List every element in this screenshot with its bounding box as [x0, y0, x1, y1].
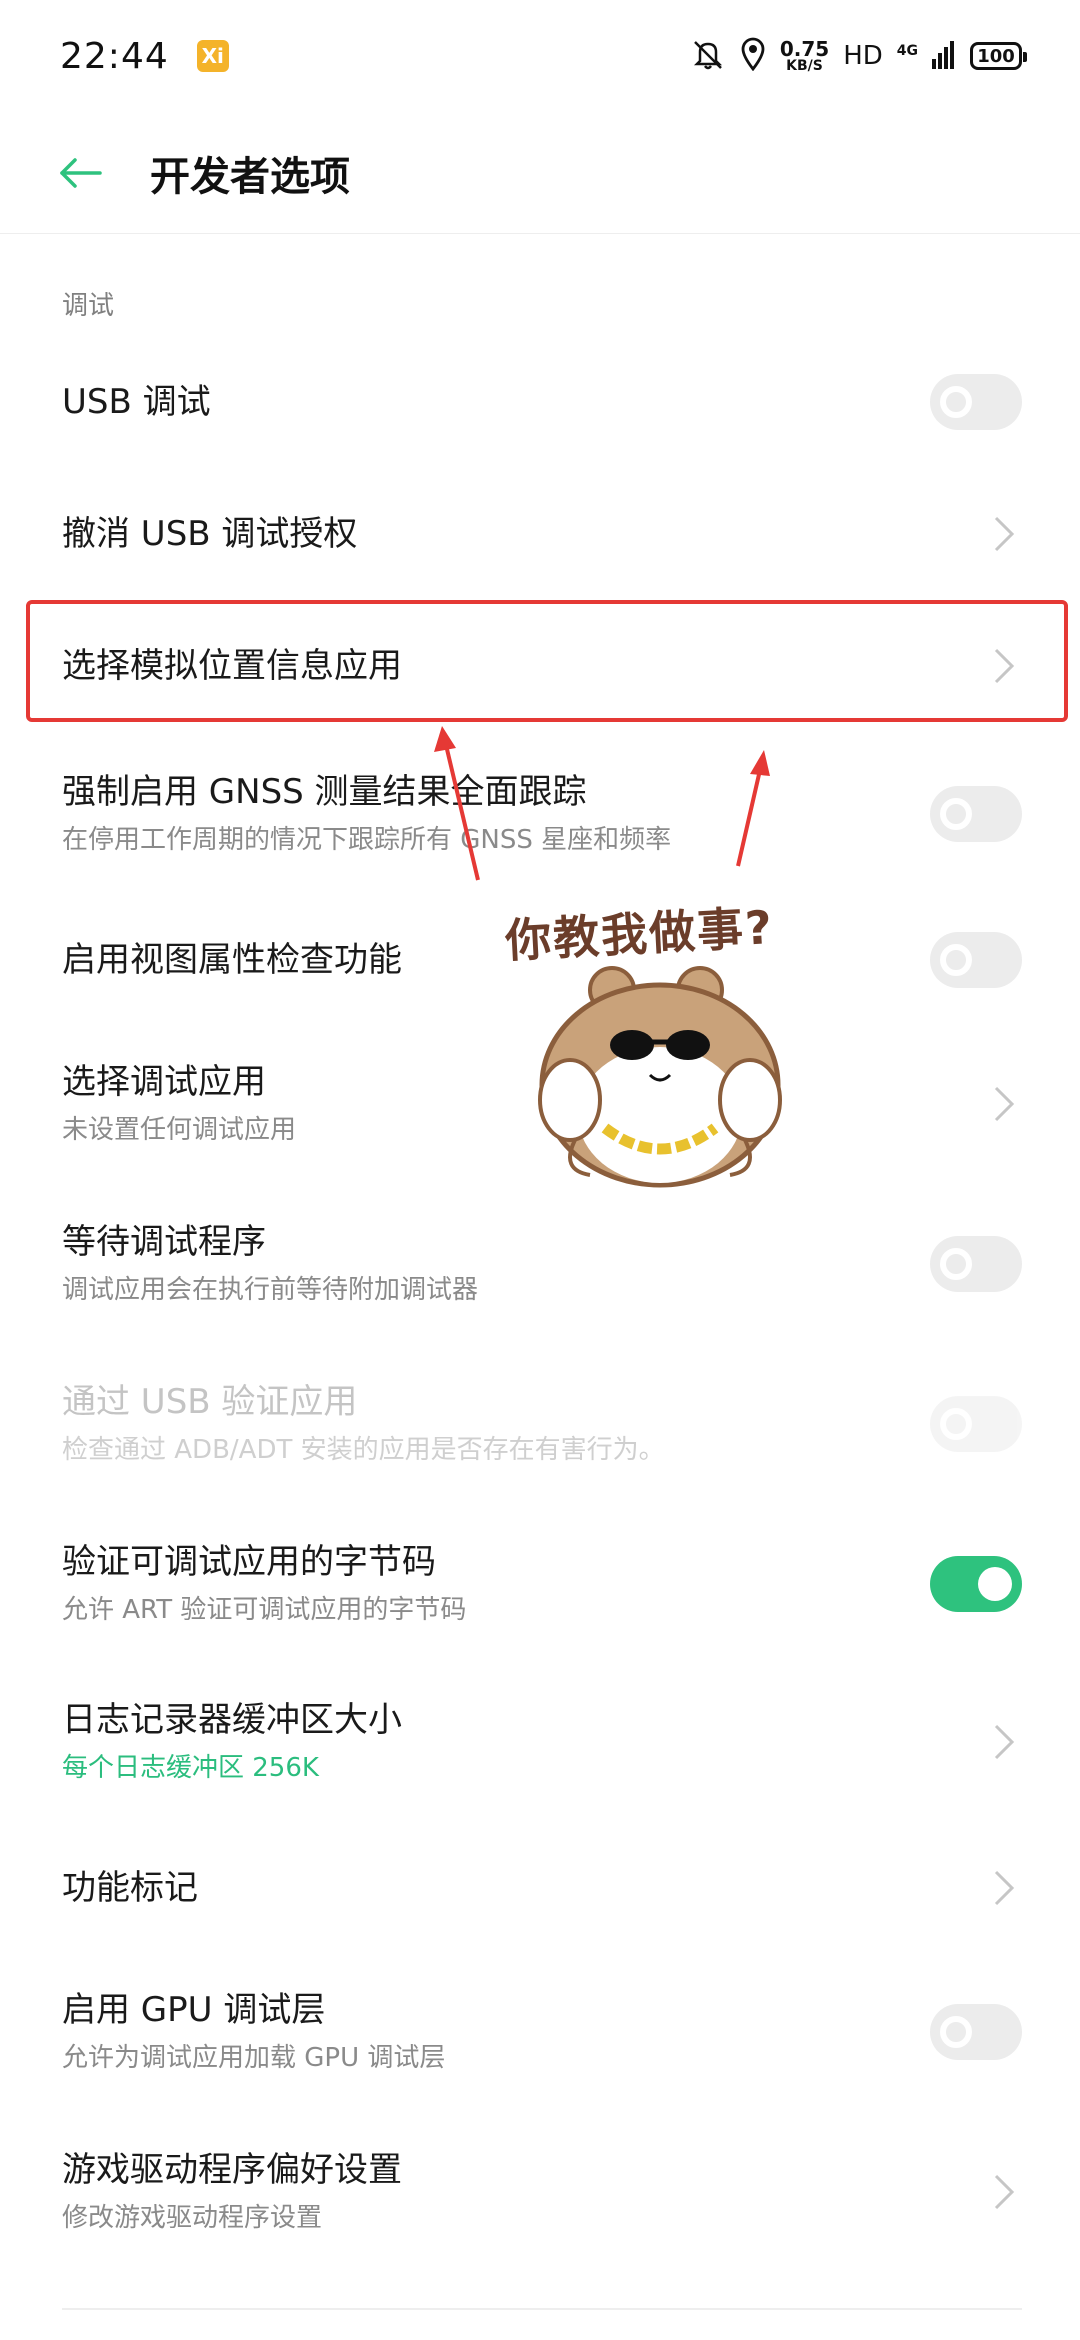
setting-verify-apps-over-usb: 通过 USB 验证应用 检查通过 ADB/ADT 安装的应用是否存在有害行为。	[0, 1372, 1080, 1476]
setting-usb-debugging[interactable]: USB 调试	[0, 358, 1080, 446]
chevron-right-icon	[986, 1864, 1022, 1912]
setting-title: 选择模拟位置信息应用	[62, 645, 402, 686]
back-button[interactable]	[52, 145, 108, 201]
chevron-right-icon	[986, 510, 1022, 558]
setting-wait-for-debugger[interactable]: 等待调试程序 调试应用会在执行前等待附加调试器	[0, 1212, 1080, 1316]
gnss-tracking-toggle[interactable]	[930, 786, 1022, 842]
view-inspection-toggle[interactable]	[930, 932, 1022, 988]
setting-mock-location-app[interactable]: 选择模拟位置信息应用	[0, 622, 1080, 710]
setting-gnss-full-tracking[interactable]: 强制启用 GNSS 测量结果全面跟踪 在停用工作周期的情况下跟踪所有 GNSS …	[0, 762, 1080, 866]
bell-off-icon	[690, 37, 726, 75]
location-icon	[740, 37, 766, 75]
speed-value: 0.75	[779, 37, 830, 61]
toggle-knob	[940, 1408, 972, 1440]
setting-subtitle: 每个日志缓冲区 256K	[62, 1752, 319, 1783]
network-speed: 0.75 KB/S	[780, 39, 829, 73]
network-type: 4G	[896, 43, 918, 59]
setting-subtitle: 修改游戏驱动程序设置	[62, 2202, 323, 2233]
toggle-knob	[940, 2016, 972, 2048]
verify-bytecode-toggle[interactable]	[930, 1556, 1022, 1612]
arrow-left-icon	[60, 157, 102, 188]
setting-verify-bytecode[interactable]: 验证可调试应用的字节码 允许 ART 验证可调试应用的字节码	[0, 1532, 1080, 1636]
page-title: 开发者选项	[150, 153, 350, 200]
setting-subtitle: 检查通过 ADB/ADT 安装的应用是否存在有害行为。	[62, 1434, 665, 1465]
setting-subtitle: 允许 ART 验证可调试应用的字节码	[62, 1594, 467, 1625]
setting-title: 验证可调试应用的字节码	[62, 1542, 436, 1582]
setting-game-driver-preferences[interactable]: 游戏驱动程序偏好设置 修改游戏驱动程序设置	[0, 2140, 1080, 2244]
setting-title: 选择调试应用	[62, 1062, 266, 1102]
toggle-knob	[940, 1248, 972, 1280]
gpu-debug-toggle[interactable]	[930, 2004, 1022, 2060]
hd-indicator: HD	[843, 41, 883, 71]
toggle-knob	[940, 798, 972, 830]
setting-title: 启用视图属性检查功能	[62, 939, 402, 980]
battery-icon: 100	[970, 42, 1027, 70]
chevron-right-icon	[986, 1718, 1022, 1766]
toggle-knob	[978, 1567, 1012, 1601]
usb-debugging-toggle[interactable]	[930, 374, 1022, 430]
sticker-caption: 你教我做事?	[503, 900, 776, 968]
chevron-right-icon	[986, 642, 1022, 690]
status-bar: 22:44 Xi 0.75 KB/S HD 4G 100	[0, 0, 1080, 112]
verify-apps-toggle	[930, 1396, 1022, 1452]
setting-title: 等待调试程序	[62, 1222, 266, 1262]
setting-gpu-debug-layers[interactable]: 启用 GPU 调试层 允许为调试应用加载 GPU 调试层	[0, 1980, 1080, 2084]
speed-unit: KB/S	[786, 58, 823, 74]
chevron-right-icon	[986, 1080, 1022, 1128]
setting-logger-buffer-size[interactable]: 日志记录器缓冲区大小 每个日志缓冲区 256K	[0, 1690, 1080, 1794]
app-bar: 开发者选项	[0, 112, 1080, 234]
toggle-knob	[940, 944, 972, 976]
setting-title: 日志记录器缓冲区大小	[62, 1700, 402, 1740]
status-time: 22:44	[60, 35, 169, 77]
signal-icon	[932, 39, 956, 73]
setting-subtitle: 在停用工作周期的情况下跟踪所有 GNSS 星座和频率	[62, 824, 672, 855]
setting-select-debug-app[interactable]: 选择调试应用 未设置任何调试应用	[0, 1052, 1080, 1156]
toggle-knob	[940, 386, 972, 418]
setting-subtitle: 允许为调试应用加载 GPU 调试层	[62, 2042, 446, 2073]
setting-title: 强制启用 GNSS 测量结果全面跟踪	[62, 772, 587, 812]
setting-title: 游戏驱动程序偏好设置	[62, 2150, 402, 2190]
setting-feature-flags[interactable]: 功能标记	[0, 1844, 1080, 1932]
setting-title: 撤消 USB 调试授权	[62, 513, 358, 554]
setting-subtitle: 调试应用会在执行前等待附加调试器	[62, 1274, 479, 1305]
setting-title: USB 调试	[62, 381, 211, 422]
section-header: 调试	[62, 291, 115, 321]
setting-title: 功能标记	[62, 1867, 198, 1908]
app-notification-icon: Xi	[196, 40, 229, 72]
setting-title: 通过 USB 验证应用	[62, 1382, 358, 1422]
setting-revoke-usb-auth[interactable]: 撤消 USB 调试授权	[0, 490, 1080, 578]
divider	[62, 2308, 1022, 2310]
setting-title: 启用 GPU 调试层	[62, 1990, 326, 2030]
chevron-right-icon	[986, 2168, 1022, 2216]
wait-debugger-toggle[interactable]	[930, 1236, 1022, 1292]
setting-subtitle: 未设置任何调试应用	[62, 1114, 297, 1145]
